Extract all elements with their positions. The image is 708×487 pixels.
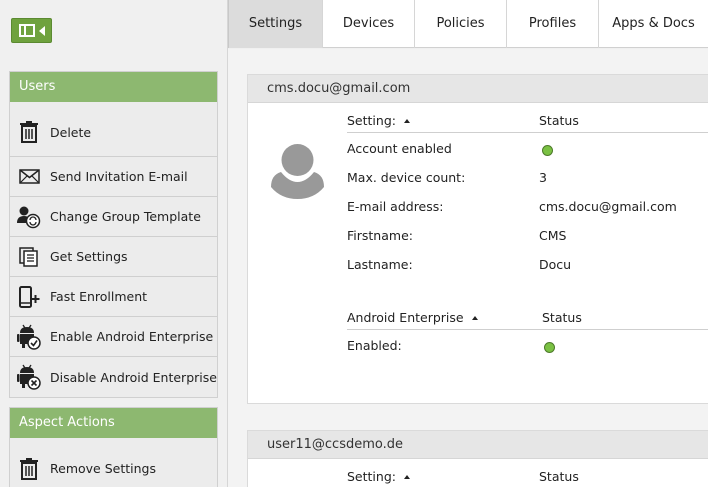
setting-column-header[interactable]: Setting: (347, 113, 410, 128)
phone-plus-icon (17, 285, 41, 309)
sidebar-panel-icon (19, 24, 35, 37)
sort-asc-icon (471, 316, 478, 320)
fast-enrollment-label: Fast Enrollment (50, 289, 148, 304)
change-group-template-button[interactable]: Change Group Template (10, 197, 217, 237)
enable-android-enterprise-button[interactable]: Enable Android Enterprise (10, 317, 217, 357)
avatar (269, 142, 326, 200)
tab-apps-docs[interactable]: Apps & Docs (599, 0, 708, 48)
status-column-header: Status (539, 113, 579, 128)
remove-settings-label: Remove Settings (50, 461, 156, 476)
tab-bar: Settings Devices Policies Profiles Apps … (228, 0, 708, 48)
tab-policies[interactable]: Policies (415, 0, 507, 48)
get-settings-label: Get Settings (50, 249, 128, 264)
fast-enrollment-button[interactable]: Fast Enrollment (10, 277, 217, 317)
change-group-template-label: Change Group Template (50, 209, 201, 224)
tab-settings[interactable]: Settings (228, 0, 323, 48)
aspect-actions-group: Aspect Actions Remove Settings (9, 407, 218, 487)
table-row: Enabled: (347, 338, 708, 358)
android-enterprise-table-header: Android Enterprise Status (347, 306, 708, 330)
table-row: Lastname: Docu (347, 257, 572, 272)
envelope-icon (17, 165, 41, 189)
chevron-left-icon (39, 26, 45, 36)
delete-button[interactable]: Delete (10, 102, 217, 157)
status-column-header: Status (542, 310, 582, 325)
group-template-icon (17, 205, 41, 229)
trash-icon (17, 457, 41, 481)
disable-android-enterprise-button[interactable]: Disable Android Enterprise (10, 357, 217, 397)
disable-android-enterprise-label: Disable Android Enterprise (50, 369, 217, 385)
status-column-header: Status (539, 469, 579, 484)
user-email-header: cms.docu@gmail.com (248, 75, 708, 103)
main-content: cms.docu@gmail.com Setting: Status Accou… (228, 49, 708, 487)
tab-profiles[interactable]: Profiles (507, 0, 599, 48)
enable-android-enterprise-label: Enable Android Enterprise (50, 329, 214, 344)
table-row: Firstname: CMS (347, 228, 567, 243)
get-settings-button[interactable]: Get Settings (10, 237, 217, 277)
table-row: E-mail address: cms.docu@gmail.com (347, 199, 677, 214)
table-row: Account enabled (347, 141, 708, 161)
users-group-header: Users (10, 72, 217, 110)
send-invitation-email-button[interactable]: Send Invitation E-mail (10, 157, 217, 197)
sidebar-toggle-button[interactable] (11, 18, 52, 43)
user-email-header: user11@ccsdemo.de (248, 431, 708, 459)
users-action-group: Users Delete Send Invitation E-mail Chan… (9, 71, 218, 398)
tab-devices[interactable]: Devices (323, 0, 415, 48)
settings-table-header: Setting: Status (347, 465, 708, 487)
aspect-actions-header: Aspect Actions (10, 408, 217, 446)
settings-table-header: Setting: Status (347, 109, 708, 133)
remove-settings-button[interactable]: Remove Settings (10, 438, 217, 487)
settings-list-icon (17, 245, 41, 269)
status-dot (544, 342, 555, 353)
status-dot (542, 145, 553, 156)
sidebar: Users Delete Send Invitation E-mail Chan… (0, 0, 228, 487)
sort-asc-icon (403, 475, 410, 479)
android-check-icon (17, 324, 41, 350)
setting-column-header[interactable]: Setting: (347, 469, 410, 484)
send-invitation-email-label: Send Invitation E-mail (50, 169, 188, 184)
android-enterprise-column-header[interactable]: Android Enterprise (347, 310, 478, 325)
delete-label: Delete (50, 124, 92, 140)
table-row: Max. device count: 3 (347, 170, 547, 185)
user-card: user11@ccsdemo.de Setting: Status (247, 430, 708, 487)
trash-icon (17, 120, 41, 144)
user-card: cms.docu@gmail.com Setting: Status Accou… (247, 74, 708, 404)
sort-asc-icon (403, 119, 410, 123)
android-x-icon (17, 364, 41, 390)
